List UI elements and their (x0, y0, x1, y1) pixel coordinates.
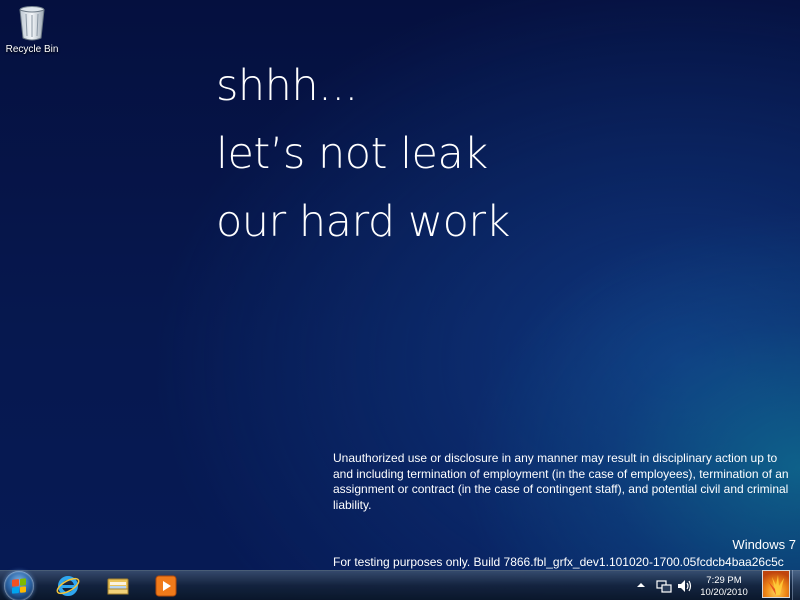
os-watermark: Windows 7 (732, 537, 796, 552)
taskbar-explorer-button[interactable] (98, 572, 138, 600)
flower-icon (768, 575, 784, 595)
build-watermark: For testing purposes only. Build 7866.fb… (333, 555, 784, 569)
headline-line-1: shhh... (216, 61, 358, 111)
headline-line-3: our hard work (216, 197, 510, 247)
desktop-icon-recycle-bin[interactable]: Recycle Bin (4, 4, 60, 55)
media-player-icon (155, 575, 177, 597)
legal-notice: Unauthorized use or disclosure in any ma… (333, 451, 789, 512)
network-icon[interactable] (656, 578, 672, 594)
user-picture-tile[interactable] (762, 570, 790, 598)
internet-explorer-icon (56, 576, 80, 596)
show-desktop-button[interactable] (792, 570, 800, 600)
taskbar: 7:29 PM 10/20/2010 (0, 570, 800, 600)
headline: shhh... let’s not leak our hard work (216, 52, 510, 256)
speaker-icon[interactable] (676, 578, 692, 594)
recycle-bin-icon (19, 6, 45, 41)
start-button[interactable] (4, 571, 34, 600)
chevron-up-icon[interactable] (636, 580, 646, 590)
windows-logo-icon (12, 578, 26, 594)
headline-line-2: let’s not leak (216, 129, 488, 179)
taskbar-clock[interactable]: 7:29 PM 10/20/2010 (696, 575, 752, 599)
windows-explorer-icon (107, 578, 129, 595)
clock-time: 7:29 PM (706, 575, 742, 586)
desktop-icon-label: Recycle Bin (5, 44, 59, 55)
taskbar-media-player-button[interactable] (146, 572, 186, 600)
taskbar-internet-explorer-button[interactable] (48, 572, 88, 600)
clock-date: 10/20/2010 (700, 587, 748, 598)
